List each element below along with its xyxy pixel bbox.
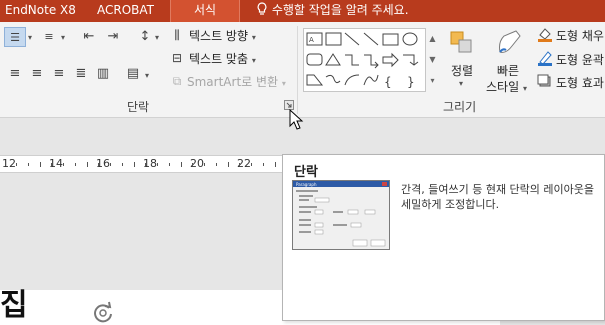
svg-text:}: } [407, 75, 415, 89]
app-window: EndNote X8 ACROBAT 서식 수행할 작업을 알려 주세요. ☰ … [0, 0, 605, 325]
paragraph-group-label: 단락 [127, 100, 150, 114]
justify-icon[interactable]: ≣ [70, 64, 92, 84]
arrange-icon[interactable] [449, 30, 475, 56]
decrease-indent-icon[interactable]: ⇤ [78, 27, 100, 47]
rotate-handle-icon[interactable] [90, 300, 116, 325]
tab-format[interactable]: 서식 [170, 0, 240, 22]
thumb-title: Paragraph [296, 182, 317, 187]
bullets-dropdown-icon[interactable]: ▾ [28, 33, 32, 42]
shapes-gallery-scroll[interactable]: ▲ ▼ ▾ [425, 28, 439, 92]
text-direction-dropdown-icon: ▾ [251, 33, 256, 42]
ruler-tick [145, 163, 147, 166]
svg-text:A: A [309, 36, 314, 44]
align-text-label: 텍스트 맞춤 [189, 52, 249, 66]
tooltip-title: 단락 [294, 165, 318, 180]
ruler-tick [180, 162, 182, 167]
ruler-tick [227, 162, 229, 167]
line-spacing-icon[interactable]: ↕ [134, 27, 156, 47]
drawing-group-label: 그리기 [443, 100, 477, 114]
numbering-icon[interactable]: ≡ [38, 27, 60, 47]
quick-styles-label-2[interactable]: 스타일 ▾ [486, 78, 527, 95]
align-text-dropdown-icon: ▾ [251, 56, 256, 65]
text-direction-label: 텍스트 방향 [189, 29, 249, 43]
ruler-tick [27, 163, 29, 166]
quick-styles-label-2-text: 스타일 [486, 80, 520, 94]
smartart-dropdown-icon: ▾ [281, 79, 286, 88]
smartart-icon: ⧉ [172, 74, 182, 88]
columns-dropdown-icon[interactable]: ▾ [145, 71, 149, 80]
text-direction-icon: ⫼ [174, 28, 180, 42]
arrange-label: 정렬 [451, 64, 474, 78]
ruler-tick [168, 163, 170, 166]
ruler-tick [157, 163, 158, 166]
shape-fill-button[interactable]: 도형 채우 [556, 27, 604, 44]
numbering-dropdown-icon[interactable]: ▾ [61, 33, 65, 42]
ribbon-tab-bar: EndNote X8 ACROBAT 서식 수행할 작업을 알려 주세요. [0, 0, 605, 22]
shape-effects-button[interactable]: 도형 효과 [556, 74, 604, 91]
shape-outline-button[interactable]: 도형 윤곽 [556, 51, 604, 68]
line-spacing-dropdown-icon[interactable]: ▾ [155, 33, 159, 42]
ruler-tick [262, 163, 264, 166]
ruler-number: 12 [2, 157, 16, 170]
mouse-cursor-icon [289, 109, 304, 130]
arrange-button[interactable]: 정렬 [451, 62, 473, 79]
horizontal-ruler[interactable]: 12 14 16 18 20 22 [0, 155, 283, 173]
tooltip-description: 간격, 들여쓰기 등 현재 단락의 레이아웃을 세밀하게 조정합니다. [401, 183, 595, 211]
ruler-tick [63, 163, 64, 166]
ruler-tick [51, 163, 53, 166]
ruler-tick [133, 162, 135, 167]
ribbon: ☰ ▾ ≡ ▾ ⇤ ⇥ ↕ ▾ ≡ ≡ ≡ ≣ ▥ ▤ ▾ ⫼ 텍스트 방향 ▾… [0, 22, 605, 118]
shape-effects-icon [537, 74, 551, 87]
smartart-label: SmartArt로 변환 [187, 75, 279, 89]
shape-outline-icon [538, 51, 552, 66]
ruler-tick [86, 162, 88, 167]
quick-styles-icon[interactable] [494, 28, 524, 58]
tell-me-text: 수행할 작업을 알려 주세요. [271, 3, 409, 17]
ruler-tick [110, 163, 111, 166]
group-separator [297, 26, 298, 114]
shape-fill-icon [538, 28, 552, 42]
bullets-icon[interactable]: ☰ [4, 27, 26, 47]
shapes-gallery[interactable]: A {} [303, 28, 439, 92]
tab-endnote[interactable]: EndNote X8 [5, 0, 76, 22]
increase-indent-icon[interactable]: ⇥ [102, 27, 124, 47]
ruler-tick [192, 163, 194, 166]
ruler-tick [204, 163, 205, 166]
paragraph-tooltip: 단락 Paragraph 간격, 들여쓰기 등 현재 단락의 레이아웃을 세밀하… [282, 154, 605, 321]
ruler-tick [39, 162, 41, 167]
tab-acrobat[interactable]: ACROBAT [97, 0, 154, 22]
ruler-tick [239, 163, 241, 166]
arrange-dropdown-icon[interactable]: ▾ [459, 79, 463, 88]
scroll-down-icon[interactable]: ▼ [426, 49, 439, 70]
distributed-icon[interactable]: ▥ [92, 64, 114, 84]
shape-grid: A {} [306, 32, 419, 89]
text-direction-button[interactable]: 텍스트 방향 ▾ [189, 27, 256, 44]
gallery-more-icon[interactable]: ▾ [426, 70, 439, 91]
lightbulb-icon [257, 2, 267, 15]
ruler-tick [251, 163, 252, 166]
columns-icon[interactable]: ▤ [122, 64, 144, 84]
ruler-tick [215, 163, 217, 166]
convert-to-smartart-button[interactable]: SmartArt로 변환 ▾ [187, 73, 286, 90]
ruler-tick [274, 162, 276, 167]
paragraph-dialog-preview-image: Paragraph [292, 180, 390, 250]
align-right-icon[interactable]: ≡ [48, 64, 70, 84]
align-left-icon[interactable]: ≡ [4, 64, 26, 84]
scroll-up-icon[interactable]: ▲ [426, 28, 439, 49]
quick-styles-label-1[interactable]: 빠른 [497, 62, 519, 79]
document-text[interactable]: 집 [0, 288, 28, 324]
svg-text:{: { [384, 75, 392, 89]
ruler-tick [74, 163, 76, 166]
ruler-tick [98, 163, 100, 166]
ruler-tick [16, 163, 17, 166]
ruler-tick [121, 163, 123, 166]
align-text-icon: ⊟ [171, 51, 183, 65]
align-text-button[interactable]: 텍스트 맞춤 ▾ [189, 50, 256, 67]
align-center-icon[interactable]: ≡ [26, 64, 48, 84]
tell-me-box[interactable]: 수행할 작업을 알려 주세요. [256, 0, 409, 22]
quick-styles-dropdown-icon: ▾ [522, 84, 527, 93]
